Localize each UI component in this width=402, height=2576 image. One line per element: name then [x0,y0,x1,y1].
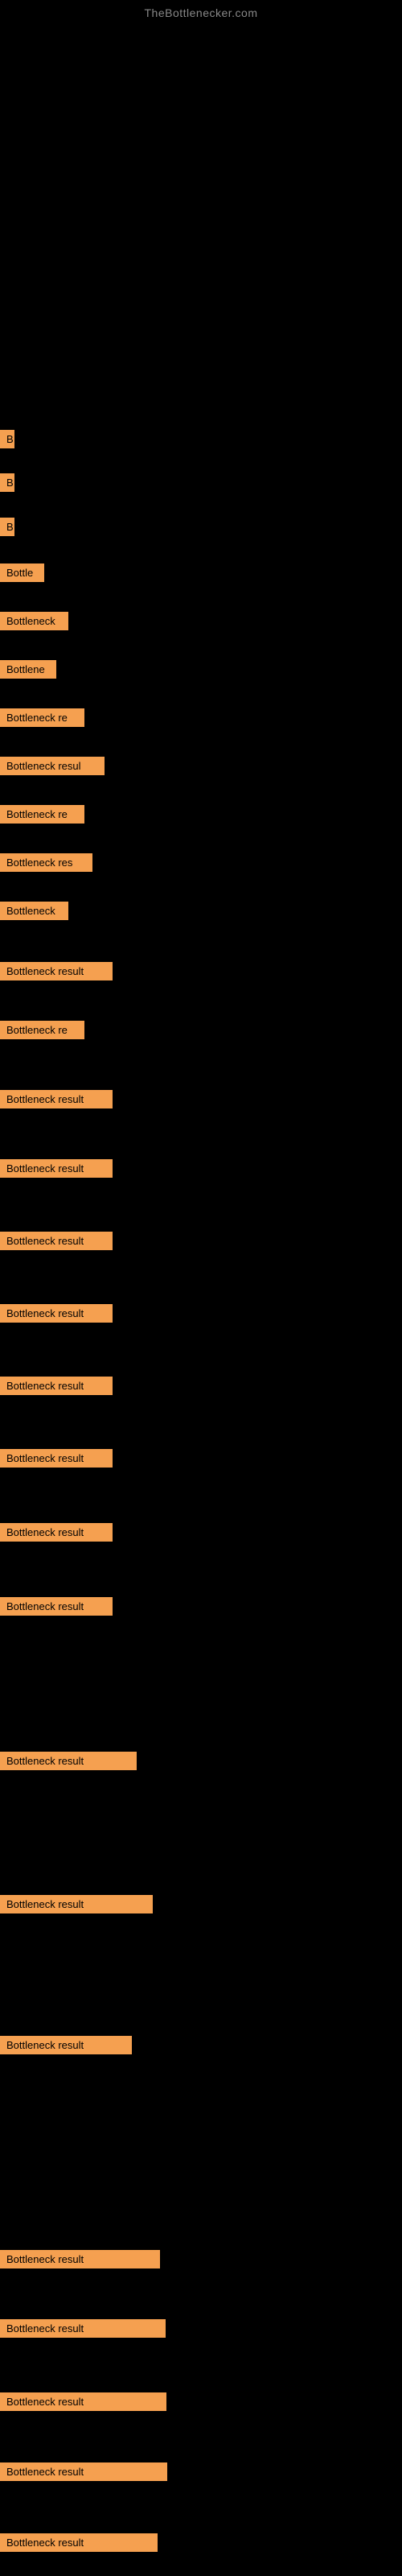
site-title: TheBottlenecker.com [0,0,402,19]
bottleneck-result-item: Bottleneck result [0,2392,166,2411]
bottleneck-result-item: Bottleneck re [0,805,84,824]
bottleneck-result-item: Bottleneck resul [0,757,105,775]
bottleneck-result-item: Bottleneck result [0,2319,166,2338]
bottleneck-result-item: Bottleneck result [0,1597,113,1616]
bottleneck-result-item: Bottleneck result [0,1752,137,1770]
bottleneck-result-item: Bottleneck result [0,2036,132,2054]
bottleneck-result-item: B [0,473,14,492]
bottleneck-result-item: Bottlene [0,660,56,679]
bottleneck-result-item: Bottleneck result [0,1232,113,1250]
bottleneck-result-item: Bottleneck res [0,853,92,872]
bottleneck-result-item: Bottleneck result [0,1304,113,1323]
bottleneck-result-item: Bottleneck result [0,1377,113,1395]
bottleneck-result-item: B [0,518,14,536]
bottleneck-result-item: Bottleneck result [0,1523,113,1542]
bottleneck-result-item: Bottleneck result [0,2250,160,2268]
bottleneck-result-item: Bottleneck result [0,1090,113,1108]
bottleneck-result-item: B [0,430,14,448]
bottleneck-result-item: Bottleneck result [0,2533,158,2552]
bottleneck-result-item: Bottleneck result [0,1449,113,1468]
bottleneck-result-item: Bottleneck result [0,2462,167,2481]
bottleneck-result-item: Bottleneck [0,612,68,630]
bottleneck-result-item: Bottleneck result [0,1159,113,1178]
bottleneck-result-item: Bottleneck result [0,1895,153,1913]
bottleneck-result-item: Bottleneck result [0,962,113,980]
bottleneck-result-item: Bottleneck [0,902,68,920]
bottleneck-result-item: Bottleneck re [0,708,84,727]
bottleneck-result-item: Bottle [0,564,44,582]
bottleneck-result-item: Bottleneck re [0,1021,84,1039]
